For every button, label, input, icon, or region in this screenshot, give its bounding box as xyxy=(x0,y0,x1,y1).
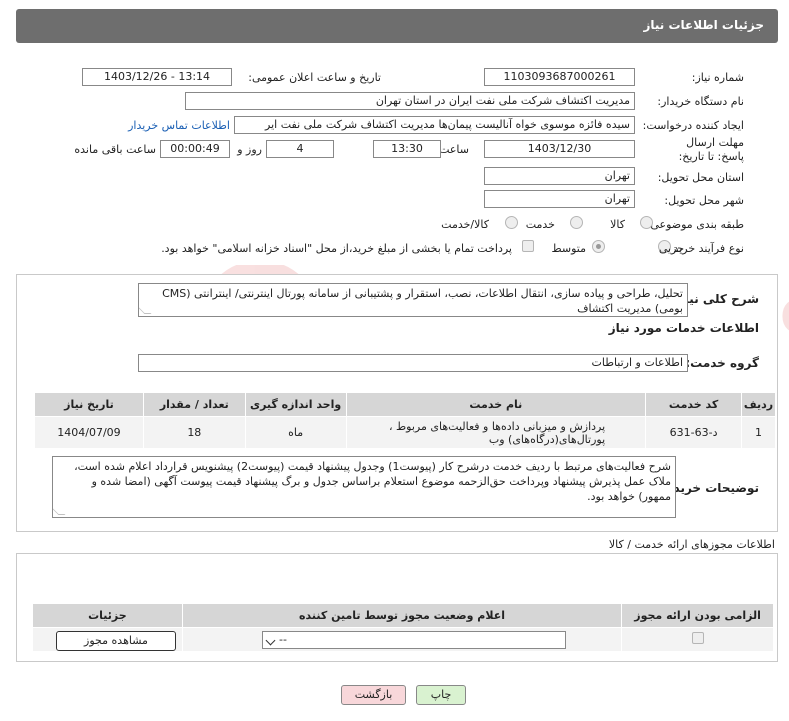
permit-status-value: -- xyxy=(279,633,287,646)
province-label: استان محل تحویل: xyxy=(657,171,744,184)
announce-label: تاریخ و ساعت اعلان عمومی: xyxy=(248,71,381,84)
col-permit-status: اعلام وضعیت مجوز توسط تامین کننده xyxy=(181,603,623,628)
col-code: کد خدمت xyxy=(645,392,743,417)
info-panel xyxy=(16,55,778,265)
creator-field: سیده فائزه موسوی خواه آنالیست پیمان‌ها م… xyxy=(234,116,635,134)
days-label: روز و xyxy=(237,143,262,156)
category-radio-service[interactable] xyxy=(570,216,583,229)
col-permit-required: الزامی بودن ارائه مجوز xyxy=(621,603,774,628)
contact-info-link[interactable]: اطلاعات تماس خریدار xyxy=(128,119,230,132)
page-title: جزئیات اطلاعات نیاز xyxy=(643,18,764,32)
deadline-time-field: 13:30 xyxy=(373,140,441,158)
cell-qty: 18 xyxy=(142,416,246,449)
buyer-org-field: مدیریت اکتشاف شرکت ملی نفت ایران در استا… xyxy=(185,92,635,110)
days-field: 4 xyxy=(266,140,334,158)
process-radio-medium[interactable] xyxy=(592,240,605,253)
col-name: نام خدمت xyxy=(345,392,647,417)
col-row: ردیف xyxy=(741,392,776,417)
cell-date: 1404/07/09 xyxy=(34,416,144,449)
print-button[interactable]: چاپ xyxy=(416,685,466,705)
category-radio-goods-service[interactable] xyxy=(505,216,518,229)
payment-note: پرداخت تمام یا بخشی از مبلغ خرید،از محل … xyxy=(161,242,512,255)
summary-textarea[interactable]: تحلیل، طراحی و پیاده سازی، انتقال اطلاعا… xyxy=(138,283,688,317)
col-qty: تعداد / مقدار xyxy=(142,392,246,417)
col-date: تاریخ نیاز xyxy=(34,392,144,417)
category-option-service: خدمت xyxy=(525,218,555,231)
process-option-minor: جزیی xyxy=(658,242,684,255)
category-option-goods: کالا xyxy=(610,218,625,231)
buyer-org-label: نام دستگاه خریدار: xyxy=(657,95,744,108)
city-field: تهران xyxy=(484,190,635,208)
table-row: 1 د-63-631 پردازش و میزبانی داده‌ها و فع… xyxy=(34,416,776,449)
buyer-notes-text: شرح فعالیت‌های مرتبط با ردیف خدمت درشرح … xyxy=(74,460,671,503)
permit-status-select[interactable]: -- xyxy=(262,631,566,649)
remaining-label: ساعت باقی مانده xyxy=(74,143,156,156)
cell-code: د-63-631 xyxy=(645,416,743,449)
city-label: شهر محل تحویل: xyxy=(664,194,744,207)
need-number-field: 1103093687000261 xyxy=(484,68,635,86)
page-header: جزئیات اطلاعات نیاز xyxy=(16,9,778,43)
remaining-time-field: 00:00:49 xyxy=(160,140,230,158)
col-permit-details: جزئیات xyxy=(32,603,183,628)
cell-permit-required xyxy=(621,627,774,652)
services-table: ردیف کد خدمت نام خدمت واحد اندازه گیری ت… xyxy=(34,392,776,449)
summary-text: تحلیل، طراحی و پیاده سازی، انتقال اطلاعا… xyxy=(162,287,683,315)
col-unit: واحد اندازه گیری xyxy=(244,392,347,417)
services-table-header: ردیف کد خدمت نام خدمت واحد اندازه گیری ت… xyxy=(34,392,776,417)
announce-field: 1403/12/26 - 13:14 xyxy=(82,68,232,86)
cell-unit: ماه xyxy=(244,416,347,449)
category-option-goods-service: کالا/خدمت xyxy=(441,218,489,231)
deadline-label: مهلت ارسال پاسخ: تا تاریخ: xyxy=(678,136,744,163)
province-field: تهران xyxy=(484,167,635,185)
buyer-notes-textarea[interactable]: شرح فعالیت‌های مرتبط با ردیف خدمت درشرح … xyxy=(52,456,676,518)
category-label: طبقه بندی موضوعی: xyxy=(646,218,744,231)
permit-required-checkbox[interactable] xyxy=(691,632,704,644)
services-section-title: اطلاعات خدمات مورد نیاز xyxy=(608,321,759,335)
permits-section-title: اطلاعات مجوزهای ارائه خدمت / کالا xyxy=(608,538,775,551)
cell-name: پردازش و میزبانی داده‌ها و فعالیت‌های مر… xyxy=(345,416,647,449)
treasury-payment-checkbox[interactable] xyxy=(522,240,534,252)
resize-grip-icon[interactable] xyxy=(53,508,66,515)
permits-table-header: الزامی بودن ارائه مجوز اعلام وضعیت مجوز … xyxy=(32,603,774,628)
view-permit-button[interactable]: مشاهده مجوز xyxy=(56,631,176,651)
chevron-down-icon xyxy=(265,635,276,646)
deadline-date-field: 1403/12/30 xyxy=(484,140,635,158)
deadline-time-label: ساعت xyxy=(439,143,469,156)
process-option-medium: متوسط xyxy=(551,242,586,255)
need-number-label: شماره نیاز: xyxy=(691,71,744,84)
category-radio-goods[interactable] xyxy=(640,216,653,229)
resize-grip-icon[interactable] xyxy=(139,307,152,314)
back-button[interactable]: بازگشت xyxy=(341,685,406,705)
creator-label: ایجاد کننده درخواست: xyxy=(642,119,744,132)
service-group-label: گروه خدمت: xyxy=(685,356,759,370)
cell-row: 1 xyxy=(741,416,776,449)
service-group-field: اطلاعات و ارتباطات xyxy=(138,354,688,372)
